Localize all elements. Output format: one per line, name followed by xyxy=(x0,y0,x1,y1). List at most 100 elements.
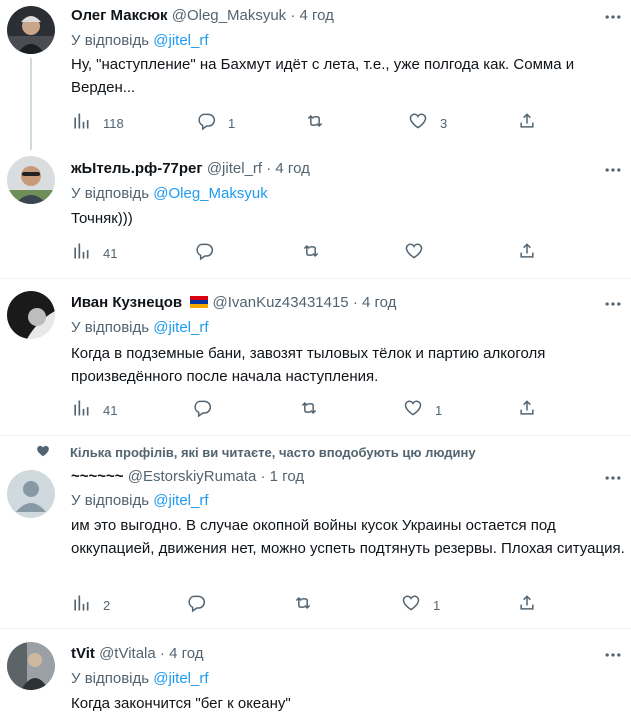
display-name[interactable]: Олег Максюк xyxy=(71,7,168,24)
display-name[interactable]: tVit xyxy=(71,645,95,662)
display-name[interactable]: ~~~~~~ xyxy=(71,468,124,485)
user-handle[interactable]: @tVitala xyxy=(99,645,156,662)
timestamp[interactable]: 1 год xyxy=(270,468,304,485)
avatar[interactable] xyxy=(7,642,55,690)
reply-mention[interactable]: @Oleg_Maksyuk xyxy=(153,185,267,202)
heart-icon xyxy=(36,444,70,461)
views-count: 41 xyxy=(103,245,118,261)
tweet-text: Когда в подземные бани, завозят тыловых … xyxy=(71,345,546,385)
avatar[interactable] xyxy=(7,470,55,518)
tweet-tvit[interactable]: tVit @tVitala · 4 год У відповідь @jitel… xyxy=(0,629,631,723)
tweet-header: Олег Максюк @Oleg_Maksyuk · 4 год xyxy=(71,6,334,26)
views-icon xyxy=(71,111,91,136)
reply-context: У відповідь @Oleg_Maksyuk xyxy=(71,184,268,204)
avatar[interactable] xyxy=(7,291,55,339)
reply-icon xyxy=(194,241,214,266)
timestamp[interactable]: 4 год xyxy=(300,7,334,24)
tweet-ivan[interactable]: Иван Кузнецов @IvanKuz43431415 · 4 год У… xyxy=(0,279,631,435)
user-handle[interactable]: @IvanKuz43431415 xyxy=(212,294,348,311)
retweet-button[interactable] xyxy=(305,112,337,134)
social-context: Кілька профілів, які ви читаєте, часто в… xyxy=(36,444,476,461)
views-button[interactable]: 2 xyxy=(71,594,110,616)
user-handle[interactable]: @jitel_rf xyxy=(207,160,262,177)
retweet-button[interactable] xyxy=(299,399,319,421)
like-count: 1 xyxy=(433,597,441,613)
reply-prefix: У відповідь xyxy=(71,670,150,687)
reply-button[interactable] xyxy=(186,594,206,616)
reply-button[interactable] xyxy=(192,399,212,421)
views-button[interactable]: 41 xyxy=(71,242,117,264)
reply-context: У відповідь @jitel_rf xyxy=(71,31,209,51)
share-button[interactable] xyxy=(517,594,537,616)
views-count: 2 xyxy=(103,597,111,613)
tweet-text: им это выгодно. В случае окопной войны к… xyxy=(71,517,625,557)
more-icon[interactable] xyxy=(603,294,623,314)
retweet-icon xyxy=(301,241,321,266)
reply-prefix: У відповідь xyxy=(71,185,150,202)
user-handle[interactable]: @EstorskiyRumata xyxy=(128,468,257,485)
reply-mention[interactable]: @jitel_rf xyxy=(153,670,208,687)
retweet-icon xyxy=(305,111,325,136)
retweet-button[interactable] xyxy=(293,594,313,616)
more-icon[interactable] xyxy=(603,7,623,27)
action-bar: 41 1 xyxy=(71,399,631,421)
display-name[interactable]: жЫтель.рф-77рег xyxy=(71,160,203,177)
reply-button[interactable] xyxy=(194,242,214,264)
tweet-text: Когда закончится "бег к океану" xyxy=(71,695,291,712)
timestamp[interactable]: 4 год xyxy=(275,160,309,177)
share-button[interactable] xyxy=(517,242,537,264)
more-icon[interactable] xyxy=(603,160,623,180)
reply-mention[interactable]: @jitel_rf xyxy=(153,32,208,49)
separator-dot: · xyxy=(352,294,358,311)
tweet-text: Ну, "наступление" на Бахмут идёт с лета,… xyxy=(71,56,575,96)
user-handle[interactable]: @Oleg_Maksyuk xyxy=(172,7,286,24)
avatar[interactable] xyxy=(7,156,55,204)
reply-count: 1 xyxy=(228,115,236,131)
like-button[interactable]: 1 xyxy=(401,594,440,616)
action-bar: 118 1 3 xyxy=(71,112,631,134)
views-count: 118 xyxy=(103,115,124,131)
views-button[interactable]: 118 xyxy=(71,112,124,134)
like-icon xyxy=(408,111,428,136)
reply-context: У відповідь @jitel_rf xyxy=(71,318,209,338)
tweet-header: Иван Кузнецов @IvanKuz43431415 · 4 год xyxy=(71,293,396,313)
like-button[interactable]: 1 xyxy=(403,399,442,421)
share-icon xyxy=(517,593,537,618)
tweet-header: ~~~~~~ @EstorskiyRumata · 1 год xyxy=(71,467,304,487)
retweet-icon xyxy=(293,593,313,618)
avatar[interactable] xyxy=(7,6,55,54)
more-icon[interactable] xyxy=(603,645,623,665)
reply-button[interactable]: 1 xyxy=(196,112,235,134)
like-button[interactable] xyxy=(404,242,424,264)
separator-dot: · xyxy=(260,468,266,485)
more-icon[interactable] xyxy=(603,468,623,488)
thread-line xyxy=(30,58,32,150)
separator-dot: · xyxy=(266,160,272,177)
tweet-header: жЫтель.рф-77рег @jitel_rf · 4 год xyxy=(71,159,310,179)
action-bar: 41 xyxy=(71,242,631,264)
like-button[interactable]: 3 xyxy=(408,112,447,134)
reply-context: У відповідь @jitel_rf xyxy=(71,491,209,511)
tweet-header: tVit @tVitala · 4 год xyxy=(71,644,204,664)
share-icon xyxy=(517,241,537,266)
display-name[interactable]: Иван Кузнецов xyxy=(71,294,182,311)
reply-mention[interactable]: @jitel_rf xyxy=(153,319,208,336)
timestamp[interactable]: 4 год xyxy=(362,294,396,311)
share-button[interactable] xyxy=(517,112,537,134)
reply-mention[interactable]: @jitel_rf xyxy=(153,492,208,509)
share-icon xyxy=(517,111,537,136)
tweet-jitel[interactable]: жЫтель.рф-77рег @jitel_rf · 4 год У відп… xyxy=(0,148,631,278)
views-icon xyxy=(71,593,91,618)
reply-icon xyxy=(186,593,206,618)
timestamp[interactable]: 4 год xyxy=(169,645,203,662)
share-button[interactable] xyxy=(517,399,537,421)
separator-dot: · xyxy=(159,645,165,662)
social-context-text: Кілька профілів, які ви читаєте, часто в… xyxy=(70,445,476,460)
tweet-estorskiy[interactable]: Кілька профілів, які ви читаєте, часто в… xyxy=(0,436,631,628)
reply-context: У відповідь @jitel_rf xyxy=(71,669,209,689)
retweet-button[interactable] xyxy=(301,242,321,264)
action-bar: 2 1 xyxy=(71,594,631,616)
views-icon xyxy=(71,398,91,423)
tweet-oleg[interactable]: Олег Максюк @Oleg_Maksyuk · 4 год У відп… xyxy=(0,0,631,150)
views-button[interactable]: 41 xyxy=(71,399,117,421)
